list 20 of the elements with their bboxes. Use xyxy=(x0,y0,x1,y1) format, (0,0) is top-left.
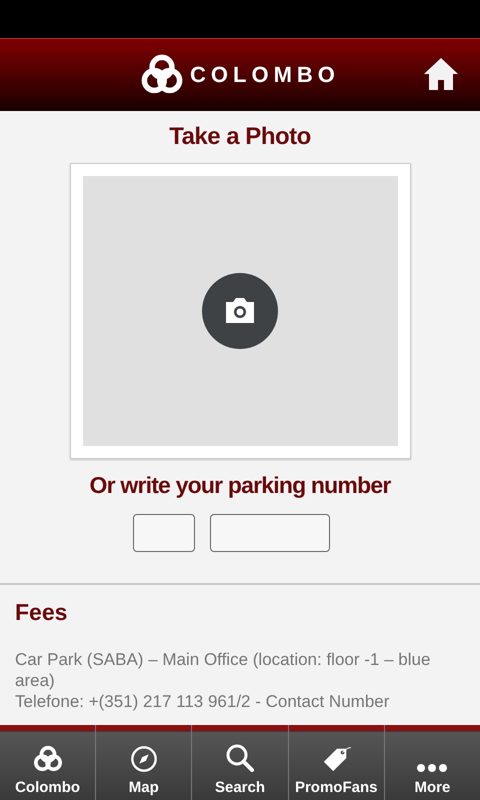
search-icon xyxy=(225,743,255,773)
camera-button-icon[interactable] xyxy=(202,273,278,349)
fees-title: Fees xyxy=(15,598,68,627)
fees-text: Car Park (SABA) – Main Office (location: floor -1 – blue area) xyxy=(15,649,432,691)
photo-placeholder[interactable] xyxy=(82,176,398,446)
input-field[interactable] xyxy=(132,514,194,552)
fees-text: Telefone: +(351) 217 113 961/2 - Contact Number xyxy=(15,691,390,712)
compass-icon xyxy=(130,745,158,773)
tab-button[interactable]: Search xyxy=(192,725,289,800)
tab-button[interactable]: Colombo xyxy=(0,725,96,800)
logo-text: COLOMBO xyxy=(190,62,340,88)
input-field[interactable] xyxy=(210,514,330,552)
parking-heading: Or write your parking number xyxy=(90,471,390,499)
tab-button[interactable]: Map xyxy=(96,725,192,800)
section-title: Take a Photo xyxy=(169,123,311,151)
knot-icon xyxy=(34,745,62,773)
home-icon[interactable] xyxy=(423,57,459,91)
tab-button[interactable]: More xyxy=(384,725,480,800)
more-icon xyxy=(416,763,448,773)
tab-button[interactable]: PromoFans xyxy=(288,725,385,800)
